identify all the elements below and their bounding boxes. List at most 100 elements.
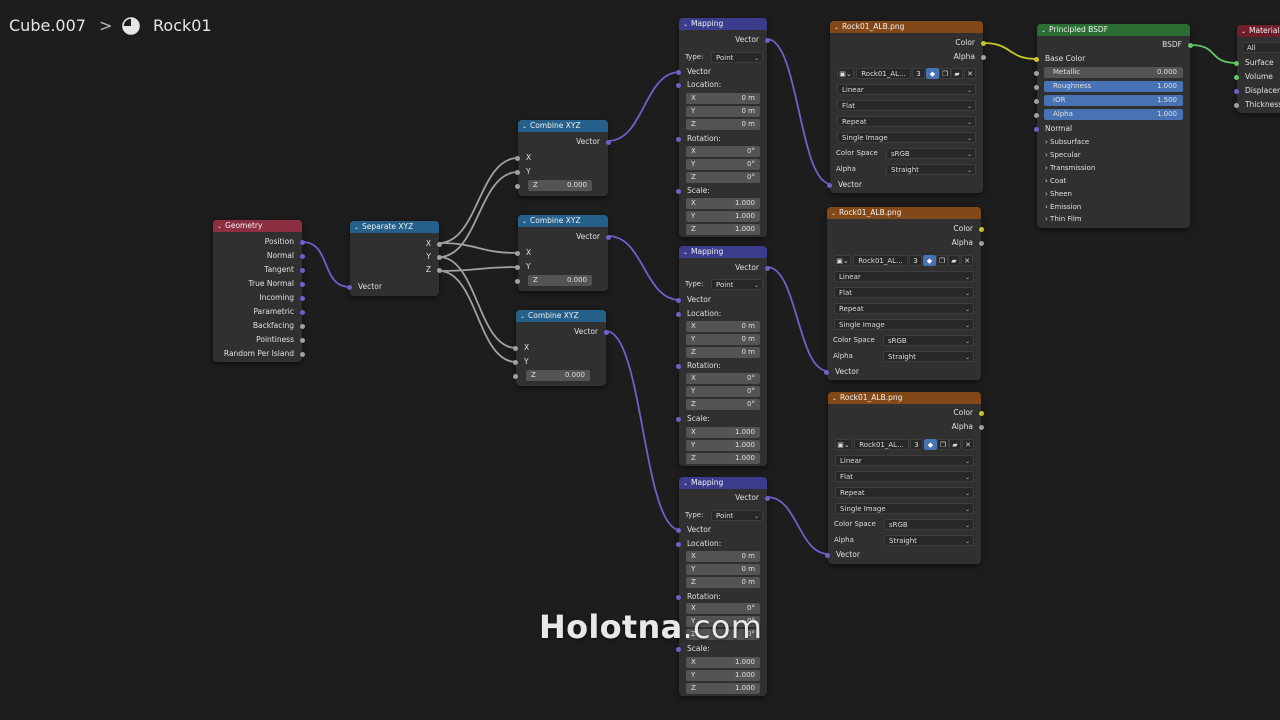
collapse-chevron-icon[interactable]: ⌄ xyxy=(522,121,527,132)
output-socket[interactable] xyxy=(300,281,305,287)
collapse-chevron-icon[interactable]: ⌄ xyxy=(683,247,688,258)
image-texture-node[interactable]: ⌄ Rock01_ALB.png Color Alpha ▣⌄ Rock01_AL… xyxy=(825,392,984,564)
metallic-slider[interactable]: Metallic 0.000 xyxy=(1044,67,1183,78)
separate-xyz-header[interactable]: ⌄ Separate XYZ xyxy=(350,221,439,233)
image-selector[interactable]: ▣⌄ Rock01_AL... 3 ◆ ❐ ▰ ✕ xyxy=(833,255,975,267)
scale-z-field[interactable]: Z 1.000 xyxy=(686,224,760,235)
input-socket[interactable] xyxy=(515,155,520,161)
panel-thin-film[interactable]: › Thin Film xyxy=(1045,213,1082,225)
output-socket[interactable] xyxy=(437,254,442,260)
alpha-mode-dropdown[interactable]: Straight ⌄ xyxy=(886,164,976,175)
output-socket[interactable] xyxy=(765,265,770,271)
alpha-mode-dropdown[interactable]: Straight ⌄ xyxy=(884,535,974,546)
input-socket[interactable] xyxy=(347,284,352,290)
collapse-chevron-icon[interactable]: ⌄ xyxy=(1241,26,1246,37)
image-selector[interactable]: ▣⌄ Rock01_AL... 3 ◆ ❐ ▰ ✕ xyxy=(834,439,975,451)
input-socket[interactable] xyxy=(1034,56,1039,62)
scale-z-field[interactable]: Z 1.000 xyxy=(686,683,760,694)
unlink-close-icon[interactable]: ✕ xyxy=(964,68,976,79)
node-link[interactable] xyxy=(766,496,830,555)
node-link[interactable] xyxy=(438,171,519,258)
breadcrumb-object[interactable]: Cube.007 xyxy=(9,16,86,35)
output-socket[interactable] xyxy=(300,309,305,315)
unlink-close-icon[interactable]: ✕ xyxy=(961,255,973,266)
node-link[interactable] xyxy=(982,42,1038,60)
node-link[interactable] xyxy=(766,266,829,372)
input-socket[interactable] xyxy=(676,363,681,369)
scale-y-field[interactable]: Y 1.000 xyxy=(686,211,760,222)
rotation-y-field[interactable]: Y 0° xyxy=(686,386,760,397)
input-socket[interactable] xyxy=(515,278,520,284)
output-socket[interactable] xyxy=(300,295,305,301)
input-socket[interactable] xyxy=(676,136,681,142)
output-socket[interactable] xyxy=(606,139,611,145)
fake-user-shield-icon[interactable]: ◆ xyxy=(924,439,937,450)
scale-x-field[interactable]: X 1.000 xyxy=(686,198,760,209)
combine-xyz-node[interactable]: ⌄ Combine XYZ Vector X Y Z 0.000 xyxy=(513,310,609,386)
input-socket[interactable] xyxy=(676,297,681,303)
image-name-field[interactable]: Rock01_AL... xyxy=(856,68,911,79)
location-y-field[interactable]: Y 0 m xyxy=(686,564,760,575)
collapse-chevron-icon[interactable]: ⌄ xyxy=(217,221,222,232)
location-z-field[interactable]: Z 0 m xyxy=(686,119,760,130)
output-socket[interactable] xyxy=(765,37,770,43)
input-socket[interactable] xyxy=(676,416,681,422)
output-socket[interactable] xyxy=(437,267,442,273)
input-socket[interactable] xyxy=(515,183,520,189)
image-texture-node[interactable]: ⌄ Rock01_ALB.png Color Alpha ▣⌄ Rock01_AL… xyxy=(827,21,986,193)
combine-xyz-node[interactable]: ⌄ Combine XYZ Vector X Y Z 0.000 xyxy=(515,215,611,291)
extension-dropdown[interactable]: Repeat ⌄ xyxy=(834,303,974,314)
input-socket[interactable] xyxy=(1034,112,1039,118)
input-socket[interactable] xyxy=(827,182,832,188)
interpolation-dropdown[interactable]: Linear ⌄ xyxy=(837,84,976,95)
projection-dropdown[interactable]: Flat ⌄ xyxy=(837,100,976,111)
input-socket[interactable] xyxy=(515,264,520,270)
combine-xyz-node[interactable]: ⌄ Combine XYZ Vector X Y Z 0.000 xyxy=(515,120,611,196)
image-browse-icon[interactable]: ▣⌄ xyxy=(835,439,852,450)
color-space-dropdown[interactable]: sRGB ⌄ xyxy=(884,519,974,530)
input-socket[interactable] xyxy=(1234,60,1239,66)
mapping-node[interactable]: ⌄ Mapping Vector Type: Point ⌄ Vector Loca… xyxy=(676,246,770,466)
z-field[interactable]: Z 0.000 xyxy=(528,275,592,286)
geometry-node-header[interactable]: ⌄ Geometry xyxy=(213,220,302,232)
node-link[interactable] xyxy=(766,38,832,185)
duplicate-icon[interactable]: ❐ xyxy=(939,68,951,79)
combine-xyz-header[interactable]: ⌄ Combine XYZ xyxy=(518,215,608,227)
image-texture-header[interactable]: ⌄ Rock01_ALB.png xyxy=(827,207,981,219)
breadcrumb-material[interactable]: Rock01 xyxy=(153,16,212,35)
mapping-header[interactable]: ⌄ Mapping xyxy=(679,477,767,489)
output-socket[interactable] xyxy=(1188,42,1193,48)
output-socket[interactable] xyxy=(979,424,984,430)
output-socket[interactable] xyxy=(300,337,305,343)
material-output-node[interactable]: ⌄Material All Surface Volume Displacemen… xyxy=(1234,25,1280,113)
input-socket[interactable] xyxy=(1234,74,1239,80)
source-dropdown[interactable]: Single Image ⌄ xyxy=(835,503,974,514)
roughness-slider[interactable]: Roughness 1.000 xyxy=(1044,81,1183,92)
alpha-mode-dropdown[interactable]: Straight ⌄ xyxy=(883,351,974,362)
image-texture-node[interactable]: ⌄ Rock01_ALB.png Color Alpha ▣⌄ Rock01_AL… xyxy=(824,207,984,380)
collapse-chevron-icon[interactable]: ⌄ xyxy=(832,393,837,404)
ior-slider[interactable]: IOR 1.500 xyxy=(1044,95,1183,106)
output-socket[interactable] xyxy=(981,40,986,46)
extension-dropdown[interactable]: Repeat ⌄ xyxy=(837,116,976,127)
projection-dropdown[interactable]: Flat ⌄ xyxy=(835,471,974,482)
output-socket[interactable] xyxy=(300,323,305,329)
extension-dropdown[interactable]: Repeat ⌄ xyxy=(835,487,974,498)
input-socket[interactable] xyxy=(676,527,681,533)
output-socket[interactable] xyxy=(300,253,305,259)
collapse-chevron-icon[interactable]: ⌄ xyxy=(831,208,836,219)
output-socket[interactable] xyxy=(300,239,305,245)
mapping-node[interactable]: ⌄ Mapping Vector Type: Point ⌄ Vector Loca… xyxy=(676,477,770,696)
location-z-field[interactable]: Z 0 m xyxy=(686,577,760,588)
output-target-dropdown[interactable]: All xyxy=(1242,42,1280,53)
principled-bsdf-node[interactable]: ⌄ Principled BSDF BSDF Base Color Metalli… xyxy=(1034,24,1193,228)
image-name-field[interactable]: Rock01_AL... xyxy=(854,439,909,450)
input-socket[interactable] xyxy=(515,169,520,175)
combine-xyz-header[interactable]: ⌄ Combine XYZ xyxy=(518,120,608,132)
fake-user-shield-icon[interactable]: ◆ xyxy=(926,68,939,79)
input-socket[interactable] xyxy=(1034,84,1039,90)
location-z-field[interactable]: Z 0 m xyxy=(686,347,760,358)
mapping-node[interactable]: ⌄ Mapping Vector Type: Point ⌄ Vector Loca… xyxy=(676,18,770,237)
input-socket[interactable] xyxy=(1234,102,1239,108)
node-link[interactable] xyxy=(438,266,519,272)
